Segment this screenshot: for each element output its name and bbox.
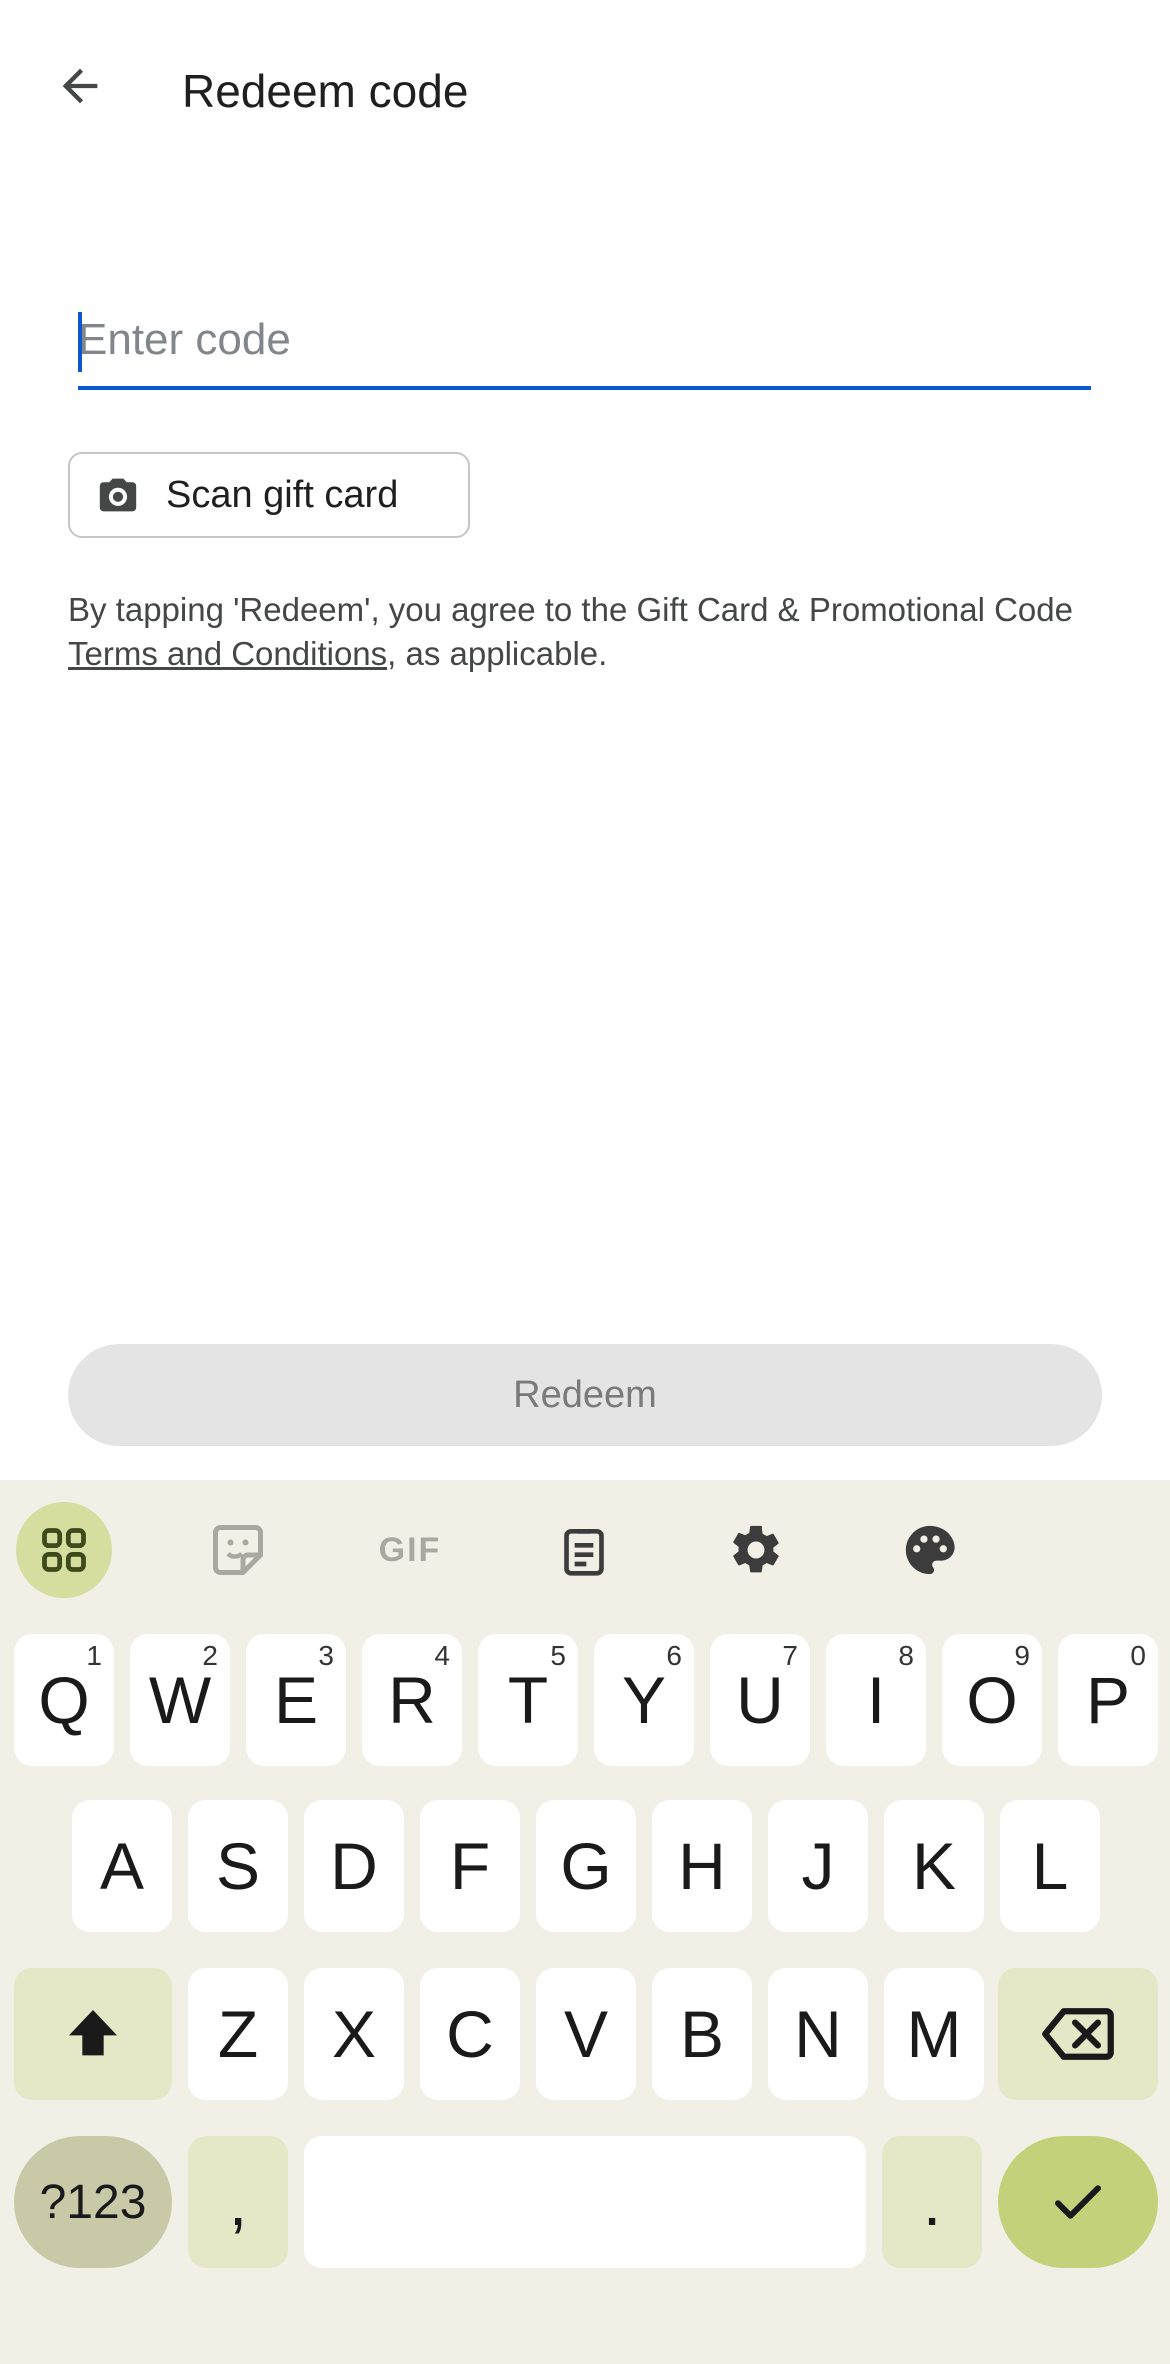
key-z[interactable]: Z	[188, 1968, 288, 2100]
clipboard-button[interactable]	[536, 1502, 632, 1598]
gear-icon	[733, 1525, 779, 1573]
camera-icon	[96, 475, 140, 515]
keyboard: GIF Q1 W2 E3 R4 T5 Y6 U7 I8 O9 P0 A S D …	[0, 1480, 1170, 2364]
key-s[interactable]: S	[188, 1800, 288, 1932]
key-f[interactable]: F	[420, 1800, 520, 1932]
terms-prefix: By tapping 'Redeem', you agree to the Gi…	[68, 591, 1073, 628]
scan-gift-card-label: Scan gift card	[166, 473, 399, 516]
terms-text: By tapping 'Redeem', you agree to the Gi…	[68, 588, 1108, 676]
backspace-icon	[1042, 2008, 1114, 2060]
key-b[interactable]: B	[652, 1968, 752, 2100]
key-u[interactable]: U7	[710, 1634, 810, 1766]
key-v[interactable]: V	[536, 1968, 636, 2100]
scan-gift-card-button[interactable]: Scan gift card	[68, 452, 470, 538]
key-c[interactable]: C	[420, 1968, 520, 2100]
key-g[interactable]: G	[536, 1800, 636, 1932]
key-d[interactable]: D	[304, 1800, 404, 1932]
key-k[interactable]: K	[884, 1800, 984, 1932]
key-j[interactable]: J	[768, 1800, 868, 1932]
key-r[interactable]: R4	[362, 1634, 462, 1766]
terms-link[interactable]: Terms and Conditions	[68, 635, 387, 672]
terms-suffix: , as applicable.	[387, 635, 608, 672]
palette-icon	[905, 1525, 955, 1575]
backspace-key[interactable]	[998, 1968, 1158, 2100]
enter-key[interactable]	[998, 2136, 1158, 2268]
sticker-icon	[213, 1525, 263, 1575]
comma-key[interactable]: ,	[188, 2136, 288, 2268]
symbols-key[interactable]: ?123	[14, 2136, 172, 2268]
theme-button[interactable]	[882, 1502, 978, 1598]
key-q[interactable]: Q1	[14, 1634, 114, 1766]
code-input[interactable]	[78, 300, 1091, 380]
key-t[interactable]: T5	[478, 1634, 578, 1766]
gif-label: GIF	[378, 1530, 442, 1569]
key-a[interactable]: A	[72, 1800, 172, 1932]
text-cursor	[78, 312, 82, 372]
apps-grid-icon	[42, 1528, 86, 1572]
clipboard-icon	[564, 1529, 604, 1576]
check-icon	[1055, 2185, 1101, 2219]
back-button[interactable]	[44, 50, 116, 122]
key-x[interactable]: X	[304, 1968, 404, 2100]
redeem-label: Redeem	[513, 1373, 657, 1416]
code-field[interactable]	[78, 300, 1091, 390]
key-e[interactable]: E3	[246, 1634, 346, 1766]
sticker-button[interactable]	[190, 1502, 286, 1598]
apps-grid-button[interactable]	[16, 1502, 112, 1598]
settings-button[interactable]	[708, 1502, 804, 1598]
key-i[interactable]: I8	[826, 1634, 926, 1766]
page-title: Redeem code	[182, 65, 469, 117]
redeem-button[interactable]: Redeem	[68, 1344, 1102, 1446]
space-key[interactable]	[304, 2136, 866, 2268]
key-o[interactable]: O9	[942, 1634, 1042, 1766]
key-l[interactable]: L	[1000, 1800, 1100, 1932]
key-h[interactable]: H	[652, 1800, 752, 1932]
shift-icon	[69, 2010, 117, 2056]
shift-key[interactable]	[14, 1968, 172, 2100]
key-p[interactable]: P0	[1058, 1634, 1158, 1766]
period-key[interactable]: .	[882, 2136, 982, 2268]
arrow-back-icon	[62, 68, 98, 104]
key-n[interactable]: N	[768, 1968, 868, 2100]
gif-button[interactable]: GIF	[362, 1502, 458, 1598]
key-y[interactable]: Y6	[594, 1634, 694, 1766]
key-m[interactable]: M	[884, 1968, 984, 2100]
key-w[interactable]: W2	[130, 1634, 230, 1766]
